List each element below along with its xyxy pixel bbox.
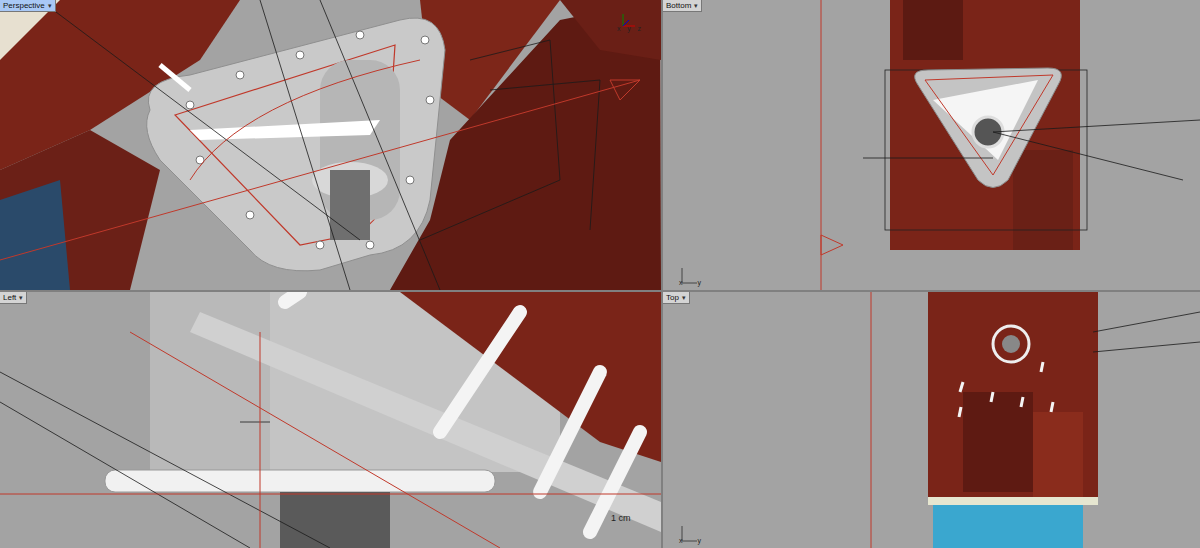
left-viewport[interactable]: 1 cm Left▾ (0, 292, 661, 548)
top-model-icon (663, 292, 1200, 548)
dropdown-arrow-icon[interactable]: ▾ (19, 292, 23, 303)
perspective-model-icon (0, 0, 661, 290)
axis-label: y (698, 537, 702, 544)
bottom-model-icon (663, 0, 1200, 290)
top-viewport[interactable]: xy Top▾ (663, 292, 1200, 548)
viewport-title-tab[interactable]: Left▾ (0, 292, 27, 304)
viewport-title: Bottom (666, 0, 691, 11)
axis-icon: xyz (617, 8, 641, 32)
viewport-title: Perspective (3, 0, 45, 11)
viewport-title-tab[interactable]: Bottom▾ (663, 0, 702, 12)
axis-icon: xy (679, 522, 701, 544)
dropdown-arrow-icon[interactable]: ▾ (682, 292, 686, 303)
axis-label: x (679, 279, 683, 286)
axis-label: x (679, 537, 683, 544)
axis-label: y (698, 279, 702, 286)
viewport-title-tab[interactable]: Perspective▾ (0, 0, 56, 12)
viewport-title-tab[interactable]: Top▾ (663, 292, 690, 304)
axis-label: y (627, 25, 631, 32)
perspective-viewport[interactable]: xyz Perspective▾ (0, 0, 661, 290)
axis-label: z (638, 25, 642, 32)
viewport-title: Top (666, 292, 679, 303)
bottom-viewport[interactable]: xy Bottom▾ (663, 0, 1200, 290)
dropdown-arrow-icon[interactable]: ▾ (48, 0, 52, 11)
scale-label: 1 cm (610, 514, 632, 523)
viewport-title: Left (3, 292, 16, 303)
viewport-grid: xyz Perspective▾ xy Bottom▾ (0, 0, 1200, 548)
dropdown-arrow-icon[interactable]: ▾ (694, 0, 698, 11)
left-model-icon (0, 292, 661, 548)
axis-icon: xy (679, 264, 701, 286)
axis-label: x (617, 25, 621, 32)
